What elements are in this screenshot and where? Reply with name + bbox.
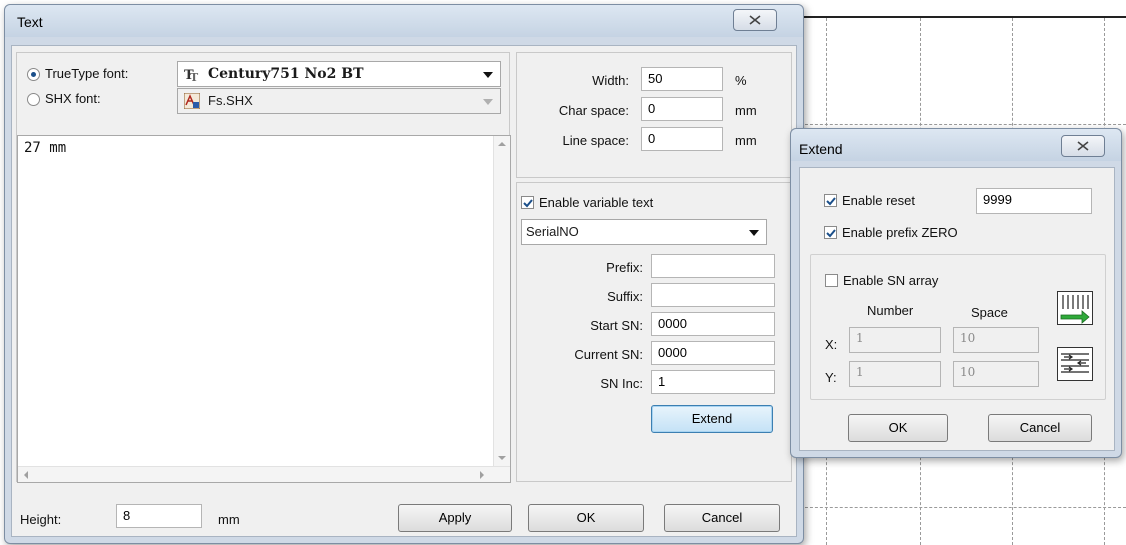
- variable-type-value: SerialNO: [526, 224, 579, 239]
- extend-ok-button[interactable]: OK: [848, 414, 948, 442]
- current-sn-input[interactable]: 0000: [651, 341, 775, 365]
- height-input[interactable]: 8: [116, 504, 202, 528]
- grid-line: [800, 507, 1126, 508]
- truetype-font-select[interactable]: T T Century751 No2 BT: [177, 61, 501, 87]
- enable-prefix-zero-label: Enable prefix ZERO: [842, 225, 958, 240]
- extend-button[interactable]: Extend: [651, 405, 773, 433]
- text-content-value: 27 mm: [24, 140, 67, 156]
- chevron-down-icon: [483, 99, 493, 105]
- prefix-input[interactable]: [651, 254, 775, 278]
- start-sn-label: Start SN:: [590, 318, 643, 333]
- apply-button[interactable]: Apply: [398, 504, 512, 532]
- width-unit: %: [735, 73, 747, 88]
- x-number-input[interactable]: 1: [849, 327, 941, 353]
- suffix-input[interactable]: [651, 283, 775, 307]
- y-space-input[interactable]: 10: [953, 361, 1039, 387]
- extend-dialog-title: Extend: [799, 141, 843, 157]
- y-label: Y:: [825, 370, 837, 385]
- shx-font-label: SHX font:: [45, 91, 101, 106]
- enable-sn-array-label: Enable SN array: [843, 273, 939, 288]
- shx-font-value: Fs.SHX: [208, 93, 253, 108]
- variable-text-panel: Enable variable text SerialNO Prefix: Su…: [516, 182, 792, 482]
- char-space-unit: mm: [735, 103, 757, 118]
- extend-dialog-client: Enable reset 9999 Enable prefix ZERO Ena…: [799, 167, 1115, 451]
- y-array-direction-icon: [1057, 347, 1093, 381]
- extend-dialog: Extend Enable reset 9999 Enable prefix Z…: [790, 128, 1122, 458]
- extend-dialog-close-button[interactable]: [1061, 135, 1105, 157]
- sn-inc-input[interactable]: 1: [651, 370, 775, 394]
- horizontal-scrollbar[interactable]: [18, 466, 510, 482]
- line-space-input[interactable]: 0: [641, 127, 723, 151]
- grid-line: [800, 124, 1126, 125]
- reset-value-input[interactable]: 9999: [976, 188, 1092, 214]
- scroll-left-icon[interactable]: [24, 471, 28, 479]
- chevron-down-icon: [749, 230, 759, 236]
- checkmark-icon: [826, 197, 836, 206]
- char-space-input[interactable]: 0: [641, 97, 723, 121]
- width-input[interactable]: 50: [641, 67, 723, 91]
- vertical-scrollbar[interactable]: [493, 136, 510, 466]
- enable-reset-checkbox[interactable]: [824, 194, 837, 207]
- truetype-font-label: TrueType font:: [45, 66, 129, 81]
- enable-variable-text-label: Enable variable text: [539, 195, 654, 210]
- svg-text:T: T: [190, 71, 199, 82]
- text-content-area[interactable]: 27 mm: [17, 135, 511, 483]
- prefix-label: Prefix:: [606, 260, 643, 275]
- scroll-right-icon[interactable]: [480, 471, 484, 479]
- x-space-input[interactable]: 10: [953, 327, 1039, 353]
- height-label: Height:: [20, 512, 62, 527]
- enable-reset-label: Enable reset: [842, 193, 915, 208]
- enable-sn-array-checkbox[interactable]: [825, 274, 838, 287]
- space-header: Space: [971, 305, 1008, 320]
- canvas-boundary-line: [800, 16, 1126, 18]
- truetype-font-value: Century751 No2 BT: [208, 66, 364, 82]
- text-dialog-title: Text: [17, 14, 43, 30]
- ok-button[interactable]: OK: [528, 504, 644, 532]
- shx-font-select[interactable]: Fs.SHX: [177, 88, 501, 114]
- line-space-unit: mm: [735, 133, 757, 148]
- text-dialog-titlebar[interactable]: Text: [5, 5, 803, 37]
- checkmark-icon: [523, 199, 533, 208]
- shx-font-icon: [184, 93, 200, 109]
- y-number-input[interactable]: 1: [849, 361, 941, 387]
- truetype-font-icon: T T: [184, 68, 199, 82]
- width-label: Width:: [592, 73, 629, 88]
- cancel-button[interactable]: Cancel: [664, 504, 780, 532]
- x-label: X:: [825, 337, 838, 352]
- sn-inc-label: SN Inc:: [600, 376, 643, 391]
- shx-font-radio[interactable]: [27, 93, 40, 106]
- start-sn-input[interactable]: 0000: [651, 312, 775, 336]
- height-unit: mm: [218, 512, 240, 527]
- current-sn-label: Current SN:: [574, 347, 643, 362]
- scroll-up-icon[interactable]: [498, 142, 506, 146]
- text-dialog-close-button[interactable]: [733, 9, 777, 31]
- variable-type-select[interactable]: SerialNO: [521, 219, 767, 245]
- number-header: Number: [867, 303, 914, 318]
- close-icon: [749, 15, 761, 25]
- chevron-down-icon: [483, 72, 493, 78]
- line-space-label: Line space:: [562, 133, 630, 148]
- extend-cancel-button[interactable]: Cancel: [988, 414, 1092, 442]
- text-content-panel: TrueType font: SHX font: T T Century751 …: [16, 52, 511, 483]
- truetype-font-radio[interactable]: [27, 68, 40, 81]
- char-space-label: Char space:: [558, 103, 629, 118]
- spacing-panel: Width: 50 % Char space: 0 mm Line space:…: [516, 52, 792, 178]
- x-array-direction-icon: [1057, 291, 1093, 325]
- close-icon: [1077, 141, 1089, 151]
- extend-dialog-titlebar[interactable]: Extend: [791, 129, 1121, 161]
- text-dialog: Text TrueType font: SHX font: T T Centur…: [4, 4, 804, 544]
- suffix-label: Suffix:: [607, 289, 643, 304]
- enable-prefix-zero-checkbox[interactable]: [824, 226, 837, 239]
- text-dialog-client: TrueType font: SHX font: T T Century751 …: [11, 45, 797, 537]
- enable-variable-text-checkbox[interactable]: [521, 196, 534, 209]
- checkmark-icon: [826, 229, 836, 238]
- sn-array-group: Enable SN array Number Space X: 1 10 Y: …: [810, 254, 1106, 400]
- scroll-down-icon[interactable]: [498, 456, 506, 460]
